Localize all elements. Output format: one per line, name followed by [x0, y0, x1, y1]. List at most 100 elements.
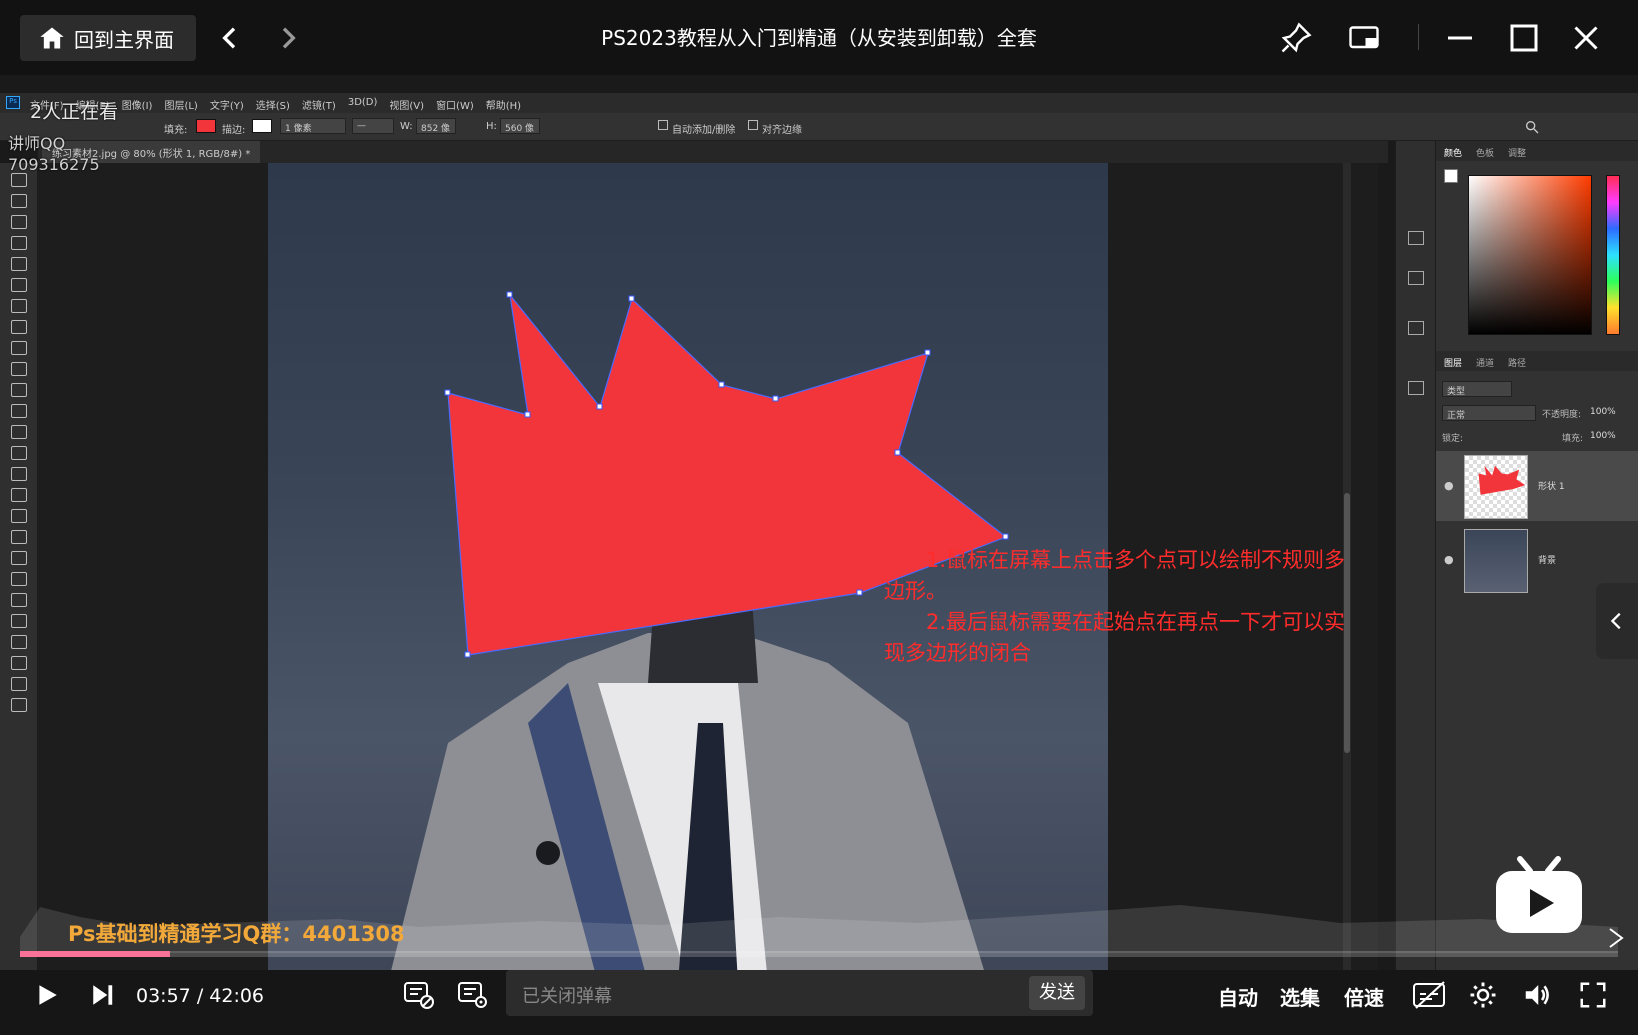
tool-icon[interactable] [11, 236, 27, 250]
brush-settings-icon[interactable] [1408, 271, 1424, 285]
danmaku-toggle-icon[interactable] [402, 978, 434, 1010]
subtitle-icon[interactable] [1412, 980, 1448, 1010]
fill-swatch[interactable] [196, 119, 216, 133]
tool-icon[interactable] [11, 341, 27, 355]
sidebar-collapse-button[interactable] [1596, 583, 1638, 659]
progress-fill [20, 951, 171, 957]
eye-icon[interactable]: ● [1444, 479, 1454, 492]
danmaku-settings-icon[interactable] [456, 978, 488, 1010]
play-icon[interactable] [34, 980, 60, 1010]
align-edges-checkbox[interactable] [748, 120, 758, 130]
ps-menu-item[interactable]: 选择(S) [256, 97, 290, 112]
tool-icon[interactable] [11, 572, 27, 586]
ps-options-bar: 填充: 描边: 1 像素 — W: 852 像 H: 560 像 自动添加/删除… [0, 113, 1638, 141]
tool-icon[interactable] [11, 446, 27, 460]
stroke-width-field[interactable]: 1 像素 [280, 118, 346, 134]
stroke-type-field[interactable]: — [352, 118, 394, 134]
danmaku-input-box[interactable]: 已关闭弹幕 发送 [506, 970, 1093, 1016]
playback-time: 03:57 / 42:06 [136, 985, 264, 1007]
tool-icon[interactable] [11, 635, 27, 649]
tool-icon[interactable] [11, 467, 27, 481]
tool-icon[interactable] [11, 530, 27, 544]
lock-label: 锁定: [1442, 434, 1464, 444]
progress-bar[interactable] [20, 951, 1618, 957]
blend-mode-select[interactable]: 正常 [1442, 405, 1536, 421]
ps-menu-item[interactable]: 视图(V) [389, 97, 424, 112]
ps-menu-item[interactable]: 窗口(W) [436, 97, 474, 112]
ps-menu-item[interactable]: 滤镜(T) [302, 97, 336, 112]
tool-icon[interactable] [11, 404, 27, 418]
tool-icon[interactable] [11, 425, 27, 439]
minimize-icon[interactable] [1442, 20, 1478, 56]
layer-row[interactable]: ● 形状 1 [1436, 451, 1638, 521]
hue-slider[interactable] [1606, 175, 1620, 335]
settings-gear-icon[interactable] [1468, 980, 1498, 1010]
tool-icon[interactable] [11, 194, 27, 208]
opacity-value[interactable]: 100% [1590, 407, 1616, 417]
tab-color[interactable]: 颜色 [1444, 146, 1462, 159]
annotation-1: 1.鼠标在屏幕上点击多个点可以绘制不规则多边形。 [884, 548, 1346, 603]
layer-filter-field[interactable]: 类型 [1442, 381, 1512, 397]
tool-icon[interactable] [11, 488, 27, 502]
layer-fill-label: 填充: [1562, 434, 1584, 444]
h-label: H: [486, 121, 497, 132]
tab-adjustments[interactable]: 调整 [1508, 146, 1526, 159]
history-icon[interactable] [1408, 231, 1424, 245]
layer-fill-value[interactable]: 100% [1590, 431, 1616, 441]
danmaku-placeholder[interactable]: 已关闭弹幕 [522, 982, 612, 1008]
ps-menu-item[interactable]: 图层(L) [164, 97, 197, 112]
qq-label: 讲师QQ [8, 134, 66, 153]
libraries-icon[interactable] [1408, 381, 1424, 395]
close-icon[interactable] [1568, 20, 1604, 56]
color-picker-field[interactable] [1468, 175, 1592, 335]
episodes-button[interactable]: 选集 [1280, 982, 1320, 1011]
ps-toolbar [0, 163, 38, 983]
maximize-icon[interactable] [1506, 20, 1542, 56]
tool-icon[interactable] [11, 173, 27, 187]
character-icon[interactable] [1408, 321, 1424, 335]
stroke-label: 描边: [222, 125, 246, 136]
search-icon[interactable] [1524, 119, 1540, 135]
speed-button[interactable]: 倍速 [1344, 982, 1384, 1011]
tool-icon[interactable] [11, 278, 27, 292]
tool-icon[interactable] [11, 257, 27, 271]
send-button[interactable]: 发送 [1029, 976, 1085, 1010]
tool-icon[interactable] [11, 299, 27, 313]
tool-icon[interactable] [11, 215, 27, 229]
tool-icon[interactable] [11, 320, 27, 334]
tool-icon[interactable] [11, 509, 27, 523]
stroke-swatch[interactable] [252, 119, 272, 133]
ps-menu-item[interactable]: 文字(Y) [210, 97, 244, 112]
tool-icon[interactable] [11, 614, 27, 628]
ps-menu-item[interactable]: 帮助(H) [486, 97, 521, 112]
eye-icon[interactable]: ● [1444, 553, 1454, 566]
ps-menu-item[interactable]: 图像(I) [122, 97, 153, 112]
layer-name: 形状 1 [1538, 482, 1565, 492]
chevron-left-icon [1610, 612, 1621, 630]
w-field[interactable]: 852 像 [416, 118, 456, 134]
tool-icon[interactable] [11, 362, 27, 376]
tool-icon[interactable] [11, 383, 27, 397]
pin-icon[interactable] [1278, 20, 1314, 56]
tab-channels[interactable]: 通道 [1476, 356, 1494, 369]
tab-swatches[interactable]: 色板 [1476, 146, 1494, 159]
tool-icon[interactable] [11, 698, 27, 712]
auto-add-checkbox[interactable] [658, 120, 668, 130]
volume-icon[interactable] [1522, 980, 1552, 1010]
quality-button[interactable]: 自动 [1218, 982, 1258, 1011]
tab-paths[interactable]: 路径 [1508, 356, 1526, 369]
tool-icon[interactable] [11, 677, 27, 691]
video-frame[interactable]: Ps 文件(F) 编辑(E) 图像(I) 图层(L) 文字(Y) 选择(S) 滤镜(T) 3D… [0, 75, 1638, 983]
bilibili-logo-icon [1496, 856, 1582, 933]
mini-window-icon[interactable] [1346, 20, 1382, 56]
tool-icon[interactable] [11, 593, 27, 607]
foreground-swatch[interactable] [1444, 169, 1458, 183]
ps-menu-item[interactable]: 3D(D) [348, 97, 378, 112]
h-field[interactable]: 560 像 [500, 118, 540, 134]
tool-icon[interactable] [11, 551, 27, 565]
tool-icon[interactable] [11, 656, 27, 670]
next-icon[interactable] [90, 982, 116, 1008]
fullscreen-edge-icon[interactable] [1606, 925, 1626, 951]
tab-layers[interactable]: 图层 [1444, 356, 1462, 369]
fullscreen-icon[interactable] [1576, 980, 1610, 1010]
